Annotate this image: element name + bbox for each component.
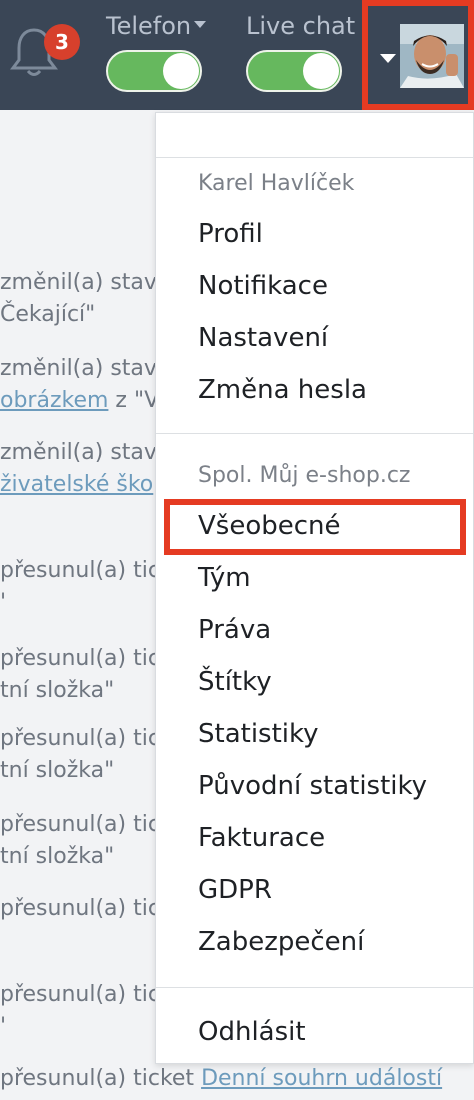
- activity-line: přesunul(a) tic: [0, 558, 160, 583]
- activity-line: živatelské ško: [0, 472, 153, 497]
- activity-line: obrázkem z "Vy: [0, 388, 172, 413]
- company-name-header: Spol. Můj e-shop.cz: [198, 463, 411, 488]
- menu-item-fakturace[interactable]: Fakturace: [198, 823, 325, 853]
- livechat-toggle[interactable]: [246, 50, 342, 92]
- divider: [156, 987, 473, 988]
- activity-link[interactable]: Denní souhrn událostí: [201, 1066, 442, 1091]
- activity-text: tní složka": [0, 758, 115, 783]
- telefon-toggle[interactable]: [106, 50, 202, 92]
- menu-item-gdpr[interactable]: GDPR: [198, 875, 272, 905]
- activity-text: tní složka": [0, 844, 115, 869]
- user-menu-button[interactable]: [362, 0, 474, 110]
- activity-text: změnil(a) stav: [0, 440, 157, 465]
- caret-down-icon: [380, 54, 396, 63]
- menu-item-zmena-hesla[interactable]: Změna hesla: [198, 375, 367, 405]
- menu-item-profil[interactable]: Profil: [198, 219, 263, 249]
- activity-line: tní složka": [0, 844, 114, 869]
- notification-count-badge[interactable]: 3: [44, 24, 80, 60]
- activity-line: přesunul(a) tic: [0, 982, 160, 1007]
- menu-item-zabezpeceni[interactable]: Zabezpečení: [198, 927, 364, 957]
- activity-text: přesunul(a) tic: [0, 726, 160, 751]
- menu-item-notifikace[interactable]: Notifikace: [198, 271, 328, 301]
- telefon-label[interactable]: Telefon: [106, 12, 207, 40]
- activity-line: změnil(a) stav: [0, 440, 157, 465]
- top-bar: 3 Telefon Live chat: [0, 0, 474, 110]
- activity-text: přesunul(a) tic: [0, 646, 160, 671]
- activity-line: ': [0, 1014, 6, 1039]
- divider: [156, 157, 473, 158]
- livechat-label: Live chat: [246, 12, 356, 40]
- activity-text: ': [0, 1014, 7, 1039]
- activity-text: změnil(a) stav: [0, 356, 157, 381]
- activity-text: tní složka": [0, 678, 115, 703]
- menu-item-vseobecne[interactable]: Všeobecné: [198, 511, 341, 541]
- menu-item-stitky[interactable]: Štítky: [198, 667, 272, 697]
- activity-link[interactable]: obrázkem: [0, 388, 108, 413]
- activity-text: změnil(a) stav: [0, 270, 157, 295]
- activity-line: změnil(a) stav: [0, 270, 157, 295]
- activity-line: přesunul(a) tic: [0, 812, 160, 837]
- activity-text: přesunul(a) tic: [0, 982, 160, 1007]
- avatar: [400, 24, 464, 88]
- menu-item-prava[interactable]: Práva: [198, 615, 271, 645]
- activity-line: změnil(a) stav: [0, 356, 157, 381]
- activity-text: přesunul(a) tic: [0, 896, 160, 921]
- activity-line: přesunul(a) tic: [0, 726, 160, 751]
- menu-item-statistiky[interactable]: Statistiky: [198, 719, 319, 749]
- menu-item-tym[interactable]: Tým: [198, 563, 251, 593]
- menu-item-odhlasit[interactable]: Odhlásit: [198, 1017, 306, 1047]
- menu-item-nastaveni[interactable]: Nastavení: [198, 323, 328, 353]
- telefon-label-text: Telefon: [106, 12, 192, 40]
- activity-line: ': [0, 590, 6, 615]
- divider: [156, 433, 473, 434]
- activity-text: Čekající": [0, 302, 96, 327]
- user-dropdown-menu: Karel Havlíček Profil Notifikace Nastave…: [155, 112, 474, 1064]
- activity-link[interactable]: živatelské ško: [0, 472, 153, 497]
- activity-line: přesunul(a) tic: [0, 646, 160, 671]
- activity-line: přesunul(a) tic: [0, 896, 160, 921]
- activity-line: Čekající": [0, 302, 95, 327]
- user-name-header: Karel Havlíček: [198, 171, 355, 196]
- toggle-knob: [163, 53, 199, 89]
- activity-text: přesunul(a) tic: [0, 558, 160, 583]
- menu-item-puvodni-statistiky[interactable]: Původní statistiky: [198, 771, 427, 801]
- chevron-down-icon: [194, 20, 207, 28]
- activity-text: přesunul(a) ticket: [0, 1066, 202, 1091]
- activity-line: přesunul(a) ticket Denní souhrn událostí: [0, 1066, 442, 1091]
- activity-text: ': [0, 590, 7, 615]
- activity-text: přesunul(a) tic: [0, 812, 160, 837]
- toggle-knob: [303, 53, 339, 89]
- activity-line: tní složka": [0, 758, 114, 783]
- activity-line: tní složka": [0, 678, 114, 703]
